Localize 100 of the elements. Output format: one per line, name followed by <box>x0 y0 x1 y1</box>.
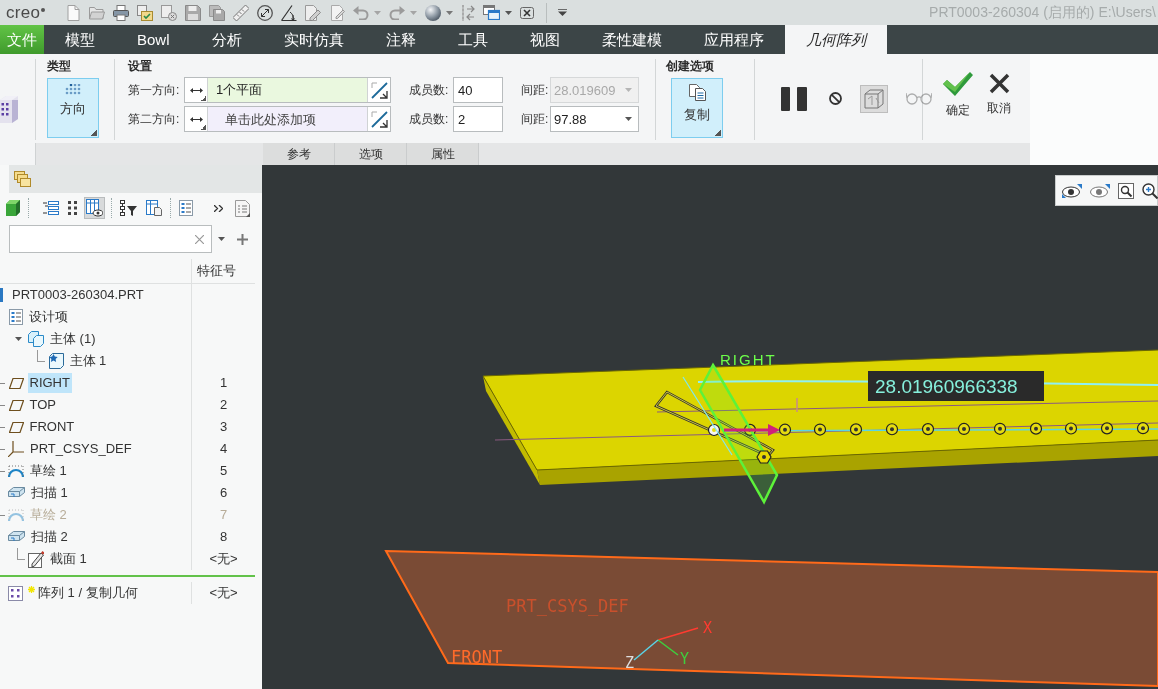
folder-stack-icon <box>14 171 31 187</box>
feature-number: 6 <box>218 485 229 501</box>
tree-item[interactable]: 阵列 1 / 复制几何 <box>36 583 140 603</box>
tree-item[interactable]: 设计项 <box>27 307 70 327</box>
document-pencil-icon[interactable] <box>305 4 322 21</box>
feature-number: <无> <box>208 585 239 601</box>
confirm-button[interactable]: 确定 <box>941 71 975 118</box>
expand-caret-icon[interactable] <box>15 337 22 341</box>
dot-grid-icon <box>65 84 81 95</box>
close-window-icon[interactable] <box>520 6 535 19</box>
caret-icon[interactable] <box>505 10 513 15</box>
tree-item[interactable]: TOP <box>27 395 58 415</box>
panel-tab[interactable]: 选项 <box>335 143 407 165</box>
arc-icon <box>8 464 24 478</box>
feature-number: 7 <box>218 507 229 523</box>
check-icon <box>943 71 973 96</box>
regenerate-icon[interactable] <box>461 4 476 21</box>
tree-item[interactable]: 主体 (1) <box>48 329 98 349</box>
save-icon[interactable] <box>185 4 202 21</box>
axis-label: Y <box>680 650 690 668</box>
reference-field[interactable]: 单击此处添加项 <box>208 107 368 131</box>
plane-label: FRONT <box>451 647 503 667</box>
ribbon-tab[interactable]: 实时仿真 <box>262 25 365 54</box>
search-field[interactable] <box>9 225 212 253</box>
flip-direction-icon <box>370 81 388 99</box>
tree-item[interactable]: 截面 1 <box>48 549 89 569</box>
caret-icon[interactable] <box>446 10 454 15</box>
clear-icon[interactable] <box>195 235 204 244</box>
double-arrow-icon <box>189 116 203 122</box>
ribbon-tab[interactable]: 工具 <box>436 25 509 54</box>
tree-item[interactable]: 扫描 2 <box>29 527 70 547</box>
zoom-in-icon[interactable] <box>1142 182 1158 199</box>
tree-item[interactable]: FRONT <box>27 417 77 437</box>
spacing-field[interactable]: 97.88 <box>550 106 639 132</box>
cancel-button[interactable]: 取消 <box>985 73 1013 116</box>
column-eye-icon <box>86 199 103 217</box>
chevrons-icon <box>214 204 223 212</box>
reference-field[interactable]: 1个平面 <box>208 78 368 102</box>
ribbon-tab[interactable]: 几何阵列 <box>784 25 887 54</box>
tree-item[interactable]: 草绘 1 <box>28 461 69 481</box>
model-tree-tab[interactable] <box>12 169 33 189</box>
ribbon-tab[interactable]: Bowl <box>116 25 191 54</box>
dimension-label: 28.01960966338 <box>868 371 1044 401</box>
field-label: 成员数: <box>409 111 450 127</box>
tree-tool-button[interactable] <box>144 198 164 218</box>
dotted-columns-icon <box>68 201 77 215</box>
caret-icon[interactable] <box>218 237 225 241</box>
member-count-field[interactable]: 40 <box>453 77 503 103</box>
tree-tool-button[interactable] <box>118 198 139 218</box>
eye-menu-icon[interactable] <box>1062 183 1082 198</box>
panel-tab[interactable]: 参考 <box>263 143 335 165</box>
tree-item[interactable]: PRT_CSYS_DEF <box>28 439 134 459</box>
open-folder-icon[interactable] <box>89 4 106 21</box>
sphere-icon[interactable] <box>425 4 442 21</box>
eye-icon[interactable] <box>1090 183 1110 198</box>
direction-type-button[interactable]: 方向 <box>47 78 99 138</box>
table-document-icon <box>146 200 162 216</box>
tree-item[interactable]: RIGHT <box>27 373 72 393</box>
diameter-icon[interactable] <box>257 4 274 21</box>
panel-tab[interactable]: 属性 <box>407 143 479 165</box>
feature-number: 4 <box>218 441 229 457</box>
logo: creo <box>6 2 41 23</box>
tree-tool-button[interactable] <box>66 199 79 217</box>
member-count-field[interactable]: 2 <box>453 106 503 132</box>
field-label: 第一方向: <box>128 82 181 98</box>
document-check-icon[interactable] <box>137 4 154 21</box>
tree-tool-button[interactable] <box>84 197 105 219</box>
customize-caret-icon[interactable] <box>558 9 568 16</box>
document-cross-icon[interactable] <box>161 4 178 21</box>
hexagon-icon <box>756 450 772 464</box>
copy-button[interactable]: 复制 <box>671 78 723 138</box>
field-label: 成员数: <box>409 82 450 98</box>
slab-icon <box>8 487 25 499</box>
feature-number: 3 <box>218 419 229 435</box>
ribbon-tab[interactable]: 注释 <box>364 25 437 54</box>
tree-tool-button[interactable] <box>212 202 225 214</box>
tree-item[interactable]: PRT0003-260304.PRT <box>10 285 146 305</box>
tree-line <box>37 350 45 362</box>
feature-number: <无> <box>208 551 239 567</box>
windows-icon[interactable] <box>483 5 501 20</box>
ribbon-tab[interactable]: 模型 <box>44 25 116 54</box>
new-document-icon[interactable] <box>65 4 82 21</box>
plus-icon[interactable] <box>237 233 248 245</box>
plane-label: RIGHT <box>720 351 777 368</box>
tree-line <box>17 548 25 560</box>
ribbon-tab[interactable]: 分析 <box>190 25 263 54</box>
tree-item[interactable]: 主体 1 <box>67 351 109 371</box>
zoom-window-icon[interactable] <box>1118 182 1134 199</box>
tree-item[interactable]: 扫描 1 <box>29 483 70 503</box>
save-copies-icon[interactable] <box>209 4 226 21</box>
caret-icon[interactable] <box>625 117 632 121</box>
angle-icon[interactable] <box>281 4 298 21</box>
document-pencil-icon[interactable] <box>329 4 346 21</box>
ribbon-tab[interactable]: 视图 <box>508 25 581 54</box>
group-title: 创建选项 <box>666 58 715 74</box>
ribbon-tab[interactable]: 柔性建模 <box>580 25 683 54</box>
ribbon-tab[interactable]: 应用程序 <box>682 25 785 54</box>
tree-tool-button[interactable] <box>4 198 22 218</box>
printer-icon[interactable] <box>113 4 130 21</box>
direction-arrow <box>724 424 780 436</box>
